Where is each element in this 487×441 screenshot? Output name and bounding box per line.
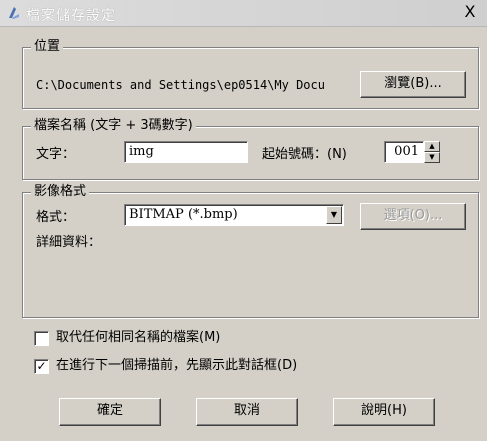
format-label: 格式：	[36, 210, 76, 225]
details-label: 詳細資料：	[36, 235, 102, 250]
ok-button[interactable]: 確定	[59, 398, 161, 426]
help-button[interactable]: 說明(H)	[333, 398, 435, 426]
close-button[interactable]: X	[461, 3, 479, 21]
scanner-app-icon	[9, 7, 19, 19]
image-format-group-label: 影像格式	[31, 184, 90, 200]
text-label: 文字：	[36, 147, 76, 162]
options-button[interactable]: 選項(O)...	[360, 203, 466, 230]
save-path-text: C:\Documents and Settings\ep0514\My Docu	[36, 78, 325, 92]
start-number-label: 起始號碼：(N)	[262, 147, 347, 162]
window-title: 檔案儲存設定	[26, 8, 116, 24]
replace-files-checkbox[interactable]	[34, 331, 49, 346]
spin-up-icon[interactable]: ▲	[424, 141, 440, 152]
title-bar: 檔案儲存設定 X	[0, 0, 487, 27]
show-dialog-checkbox[interactable]: ✓	[34, 359, 49, 374]
format-select-value: BITMAP (*.bmp)	[129, 207, 238, 222]
spin-down-icon[interactable]: ▼	[424, 152, 440, 163]
dropdown-arrow-icon[interactable]: ▼	[326, 206, 342, 224]
cancel-button[interactable]: 取消	[196, 398, 298, 426]
filename-group-label: 檔案名稱 (文字 + 3碼數字)	[31, 118, 196, 134]
start-number-spinner[interactable]: ▲ ▼	[424, 141, 440, 163]
show-dialog-label: 在進行下一個掃描前，先顯示此對話框(D)	[56, 358, 298, 373]
format-select[interactable]: BITMAP (*.bmp) ▼	[124, 204, 344, 226]
replace-files-label: 取代任何相同名稱的檔案(M)	[56, 330, 221, 345]
location-group-label: 位置	[31, 39, 64, 55]
browse-button[interactable]: 瀏覽(B)...	[360, 71, 466, 98]
filename-text-input[interactable]: img	[124, 141, 248, 163]
start-number-input[interactable]: 001	[384, 141, 424, 163]
